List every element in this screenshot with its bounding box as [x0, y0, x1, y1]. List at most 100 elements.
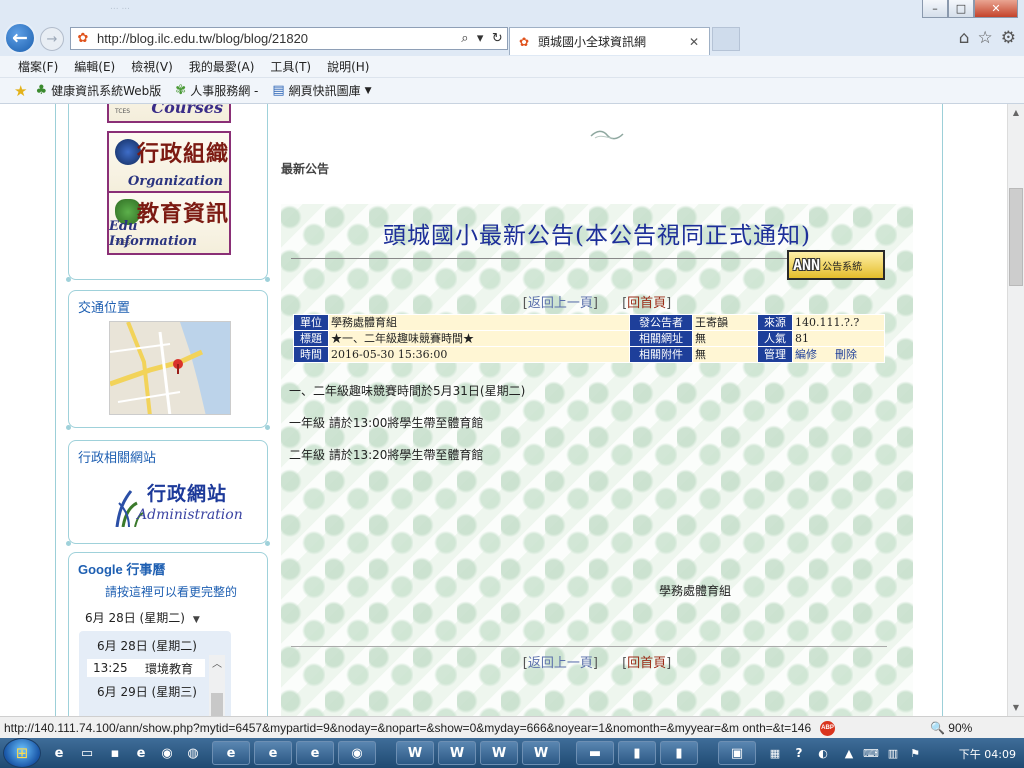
favorite-personnel-service[interactable]: ✾ 人事服務網 -: [175, 82, 258, 99]
nav-links-bottom: [返回上一頁] [回首頁]: [281, 652, 913, 671]
network-icon[interactable]: ▥: [884, 741, 902, 765]
tray-icon[interactable]: ▲: [840, 741, 858, 765]
edit-link[interactable]: 編修: [795, 348, 817, 361]
corner-dot: [265, 277, 270, 282]
taskbar-app-window[interactable]: ▬: [576, 741, 614, 765]
taskbar-ie-window[interactable]: e: [296, 741, 334, 765]
home-link[interactable]: 回首頁: [627, 296, 666, 311]
ann-logo-text: 公告系統: [822, 261, 863, 273]
agenda-scroll-thumb[interactable]: [211, 693, 223, 716]
maximize-button[interactable]: □: [948, 0, 974, 18]
taskbar-word-window[interactable]: W: [396, 741, 434, 765]
search-icon[interactable]: ⌕: [461, 31, 468, 46]
admin-site-logo[interactable]: 行政網站 Administration: [111, 475, 243, 531]
firefox-quicklaunch-icon[interactable]: ◍: [182, 741, 204, 765]
views-label: 人氣: [758, 331, 792, 346]
favorites-star-icon[interactable]: ★: [14, 82, 27, 100]
new-tab-button[interactable]: [712, 27, 740, 51]
menu-file[interactable]: 檔案(F): [18, 58, 58, 75]
traffic-location-box: 交通位置: [66, 290, 270, 430]
keyboard-icon[interactable]: ⌨: [862, 741, 880, 765]
tray-icon[interactable]: ▦: [766, 741, 784, 765]
flag-icon[interactable]: ⚑: [906, 741, 924, 765]
organization-banner[interactable]: 行政組織 Organization: [107, 131, 231, 195]
back-button[interactable]: ←: [4, 22, 36, 54]
location-map[interactable]: [109, 321, 231, 415]
chevron-up-icon[interactable]: ︿: [209, 655, 225, 670]
clock[interactable]: 下午 04:09: [959, 746, 1016, 762]
page-frame: TCES Courses 行政組織 Organization 教育資訊 TCES…: [55, 104, 943, 716]
time-value: 2016-05-30 15:36:00: [329, 347, 629, 362]
courses-banner[interactable]: TCES Courses: [107, 104, 231, 123]
date-select-value: 6月 28日 (星期二): [85, 611, 185, 625]
menu-favorites[interactable]: 我的最愛(A): [189, 58, 255, 75]
page-scrollbar[interactable]: ▲ ▼: [1007, 104, 1024, 716]
back-link[interactable]: 返回上一頁: [528, 656, 593, 671]
page-viewport: TCES Courses 行政組織 Organization 教育資訊 TCES…: [0, 104, 1007, 716]
menu-edit[interactable]: 編輯(E): [74, 58, 115, 75]
attachment-label: 相關附件: [630, 347, 692, 362]
close-button[interactable]: ✕: [974, 0, 1018, 18]
favorite-web-slice-gallery[interactable]: ▤ 網頁快訊圖庫 ▼: [272, 82, 371, 99]
body-line: 一年級 請於13:00將學生帶至體育館: [289, 416, 484, 430]
folder-quicklaunch-icon[interactable]: ▭: [76, 741, 98, 765]
taskbar-app-window[interactable]: ▣: [718, 741, 756, 765]
zoom-level[interactable]: 🔍 90%: [930, 721, 972, 735]
forward-button[interactable]: →: [40, 27, 64, 51]
google-calendar-link[interactable]: 請按這裡可以看更完整的: [105, 583, 237, 600]
help-icon[interactable]: ?: [790, 741, 808, 765]
back-link[interactable]: 返回上一頁: [528, 296, 593, 311]
poster-label: 發公告者: [630, 315, 692, 330]
menu-help[interactable]: 說明(H): [327, 58, 369, 75]
tab-close-icon[interactable]: ✕: [689, 35, 705, 49]
adblock-icon[interactable]: ABP: [820, 721, 835, 736]
scroll-up-icon[interactable]: ▲: [1008, 104, 1024, 121]
bracket: ]: [592, 296, 598, 311]
taskbar-folder-window[interactable]: ▮: [660, 741, 698, 765]
taskbar-ie-window[interactable]: e: [254, 741, 292, 765]
scroll-down-icon[interactable]: ▼: [1008, 699, 1024, 716]
edu-information-banner[interactable]: 教育資訊 TCES Edu Information: [107, 191, 231, 255]
table-row: 時間 2016-05-30 15:36:00 相關附件 無 管理 編修 刪除: [294, 347, 884, 362]
address-bar[interactable]: ✿ http://blog.ilc.edu.tw/blog/blog/21820…: [70, 27, 508, 50]
nav-links-top: [返回上一頁] [回首頁]: [281, 292, 913, 311]
refresh-icon[interactable]: ↻: [492, 31, 503, 46]
calendar-agenda: 6月 28日 (星期二) 13:25 環境教育 6月 29日 (星期三) ︿: [79, 631, 231, 716]
subject-label: 標題: [294, 331, 328, 346]
taskbar-word-window[interactable]: W: [522, 741, 560, 765]
taskbar-folder-window[interactable]: ▮: [618, 741, 656, 765]
poster-value: 王寄韻: [693, 315, 757, 330]
corner-dot: [66, 541, 71, 546]
cmd-quicklaunch-icon[interactable]: ▪: [104, 741, 126, 765]
chrome-quicklaunch-icon[interactable]: ◉: [156, 741, 178, 765]
home-link[interactable]: 回首頁: [627, 656, 666, 671]
dropdown-icon[interactable]: ▾: [477, 31, 484, 46]
agenda-event[interactable]: 13:25 環境教育: [87, 659, 205, 677]
browser-title-bar: ... ... – □ ✕ ← → ✿ http://blog.ilc.edu.…: [0, 0, 1024, 56]
leaf-icon: ✾: [175, 83, 187, 98]
start-button[interactable]: ⊞: [3, 738, 41, 768]
banner-subtitle: Edu Information: [109, 219, 197, 249]
tray-icon[interactable]: ◐: [814, 741, 832, 765]
menu-view[interactable]: 檢視(V): [131, 58, 173, 75]
taskbar-ie-window[interactable]: e: [212, 741, 250, 765]
taskbar-chrome-window[interactable]: ◉: [338, 741, 376, 765]
ie-quicklaunch-icon[interactable]: e: [130, 741, 152, 765]
address-url[interactable]: http://blog.ilc.edu.tw/blog/blog/21820: [97, 31, 457, 46]
menu-tools[interactable]: 工具(T): [270, 58, 311, 75]
tab-school-site[interactable]: ✿ 頭城國小全球資訊網 ✕: [509, 27, 710, 55]
ie-quicklaunch-icon[interactable]: e: [48, 741, 70, 765]
delete-link[interactable]: 刪除: [835, 348, 857, 361]
taskbar-word-window[interactable]: W: [480, 741, 518, 765]
table-row: 標題 ★一、二年級趣味競賽時間★ 相關網址 無 人氣 81: [294, 331, 884, 346]
home-icon[interactable]: ⌂: [959, 28, 970, 48]
agenda-scrollbar[interactable]: ︿: [209, 655, 225, 716]
minimize-button[interactable]: –: [922, 0, 948, 18]
settings-gear-icon[interactable]: ⚙: [1001, 28, 1016, 48]
favorites-star-icon[interactable]: ☆: [978, 28, 993, 48]
taskbar-word-window[interactable]: W: [438, 741, 476, 765]
favorite-health-system[interactable]: ♣ 健康資訊系統Web版: [35, 82, 161, 99]
caret-down-icon: ▼: [192, 615, 200, 625]
date-select[interactable]: 6月 28日 (星期二) ▼: [85, 609, 200, 626]
page-scroll-thumb[interactable]: [1009, 188, 1023, 286]
